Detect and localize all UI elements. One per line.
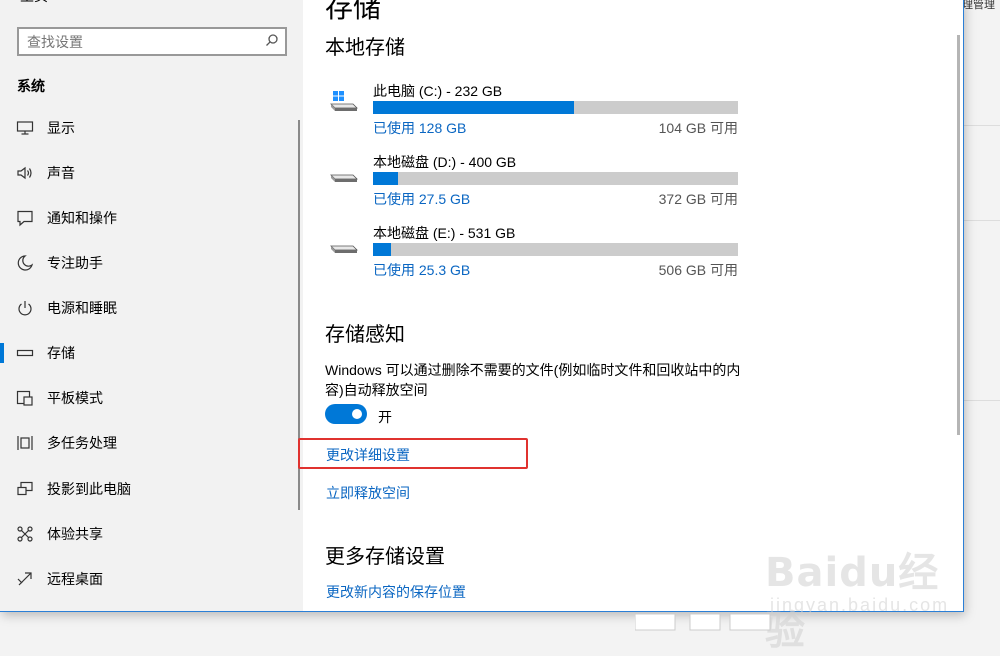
sidebar-item-label: 电源和睡眠: [47, 300, 117, 316]
storage-sense-description: Windows 可以通过删除不需要的文件(例如临时文件和回收站中的内容)自动释放…: [325, 362, 741, 398]
sidebar-item-label: 声音: [47, 165, 75, 181]
background-thumbnails: [635, 613, 771, 631]
settings-window: 主页 系统 显示 声音: [0, 0, 963, 611]
search-input[interactable]: [27, 33, 257, 51]
sidebar-item-power[interactable]: 电源和睡眠: [0, 286, 300, 330]
drive-usage-fill: [373, 243, 391, 256]
sidebar-item-label: 投影到此电脑: [47, 481, 131, 497]
toggle-state-label: 开: [378, 409, 392, 425]
sidebar-item-shared-experiences[interactable]: 体验共享: [0, 512, 300, 556]
speaker-icon: [17, 166, 32, 180]
sidebar-item-label: 多任务处理: [47, 435, 117, 451]
sidebar-item-label: 通知和操作: [47, 210, 117, 226]
page-title: 存储: [325, 0, 382, 23]
storage-sense-toggle[interactable]: [325, 404, 367, 424]
sidebar: 主页 系统 显示 声音: [0, 0, 303, 611]
sidebar-item-remote-desktop[interactable]: 远程桌面: [0, 557, 300, 601]
baidu-watermark: Baidu经验 jingyan.baidu.com: [765, 540, 965, 654]
drive-name: 此电脑 (C:) - 232 GB: [373, 83, 503, 99]
highlight-annotation-box: [298, 438, 528, 469]
remote-icon: [17, 572, 32, 586]
drive-icon: [330, 174, 358, 182]
sidebar-item-project[interactable]: 投影到此电脑: [0, 467, 300, 511]
sidebar-item-sound[interactable]: 声音: [0, 151, 300, 195]
sidebar-item-label: 专注助手: [47, 255, 103, 271]
free-space-now-link[interactable]: 立即释放空间: [326, 483, 410, 503]
more-storage-settings-heading: 更多存储设置: [325, 546, 445, 568]
drive-usage-fill: [373, 172, 399, 185]
sidebar-item-label: 体验共享: [47, 526, 103, 542]
drive-c[interactable]: 此电脑 (C:) - 232 GB 104 GB 可用 已使用 128 GB: [328, 81, 748, 151]
drive-usage-bar: [373, 101, 738, 114]
home-link[interactable]: 主页: [20, 0, 48, 6]
sidebar-item-focus-assist[interactable]: 专注助手: [0, 241, 300, 285]
sidebar-item-tablet-mode[interactable]: 平板模式: [0, 376, 300, 420]
project-icon: [17, 481, 33, 496]
drive-d[interactable]: 本地磁盘 (D:) - 400 GB 372 GB 可用 已使用 27.5 GB: [328, 152, 748, 222]
watermark-url: jingyan.baidu.com: [770, 595, 950, 615]
storage-sense-heading: 存储感知: [325, 324, 405, 346]
drive-usage-bar: [373, 243, 738, 256]
toggle-knob: [352, 409, 362, 419]
search-box[interactable]: [17, 27, 287, 56]
tablet-icon: [16, 390, 33, 406]
windows-drive-icon: [330, 91, 358, 111]
sidebar-item-label: 显示: [47, 120, 75, 136]
drive-e[interactable]: 本地磁盘 (E:) - 531 GB 506 GB 可用 已使用 25.3 GB: [328, 223, 748, 293]
sidebar-item-multitasking[interactable]: 多任务处理: [0, 421, 300, 465]
drive-usage-bar: [373, 172, 738, 185]
drive-usage-fill: [373, 101, 575, 114]
section-heading: 系统: [17, 78, 45, 94]
sidebar-item-storage[interactable]: 存储: [0, 331, 300, 375]
background-window-text: 理管理: [962, 0, 995, 11]
sidebar-item-label: 平板模式: [47, 390, 103, 406]
drive-name: 本地磁盘 (E:) - 531 GB: [373, 225, 516, 241]
power-icon: [18, 301, 32, 316]
main-content: 存储 本地存储 此电脑 (C:) - 232 GB 104 GB 可用 已使用 …: [303, 0, 963, 611]
monitor-icon: [16, 121, 34, 135]
storage-icon: [16, 349, 34, 357]
drive-used-space: 已使用 25.3 GB: [373, 262, 471, 278]
change-save-location-link[interactable]: 更改新内容的保存位置: [326, 582, 466, 602]
drive-name: 本地磁盘 (D:) - 400 GB: [373, 154, 517, 170]
sidebar-item-label: 存储: [47, 345, 75, 361]
drive-used-space: 已使用 27.5 GB: [373, 191, 471, 207]
drive-icon: [330, 245, 358, 253]
local-storage-heading: 本地存储: [325, 37, 405, 59]
moon-icon: [17, 255, 34, 271]
background-divider: [963, 400, 1000, 401]
multitask-icon: [17, 436, 33, 450]
sidebar-item-display[interactable]: 显示: [0, 106, 300, 150]
search-icon[interactable]: [265, 33, 279, 47]
background-divider: [963, 220, 1000, 221]
sidebar-item-label: 远程桌面: [47, 571, 103, 587]
drive-used-space: 已使用 128 GB: [373, 120, 467, 136]
content-scrollbar[interactable]: [957, 35, 960, 435]
notification-icon: [17, 210, 33, 227]
sidebar-item-notifications[interactable]: 通知和操作: [0, 196, 300, 240]
background-divider: [963, 125, 1000, 126]
share-icon: [17, 526, 33, 542]
